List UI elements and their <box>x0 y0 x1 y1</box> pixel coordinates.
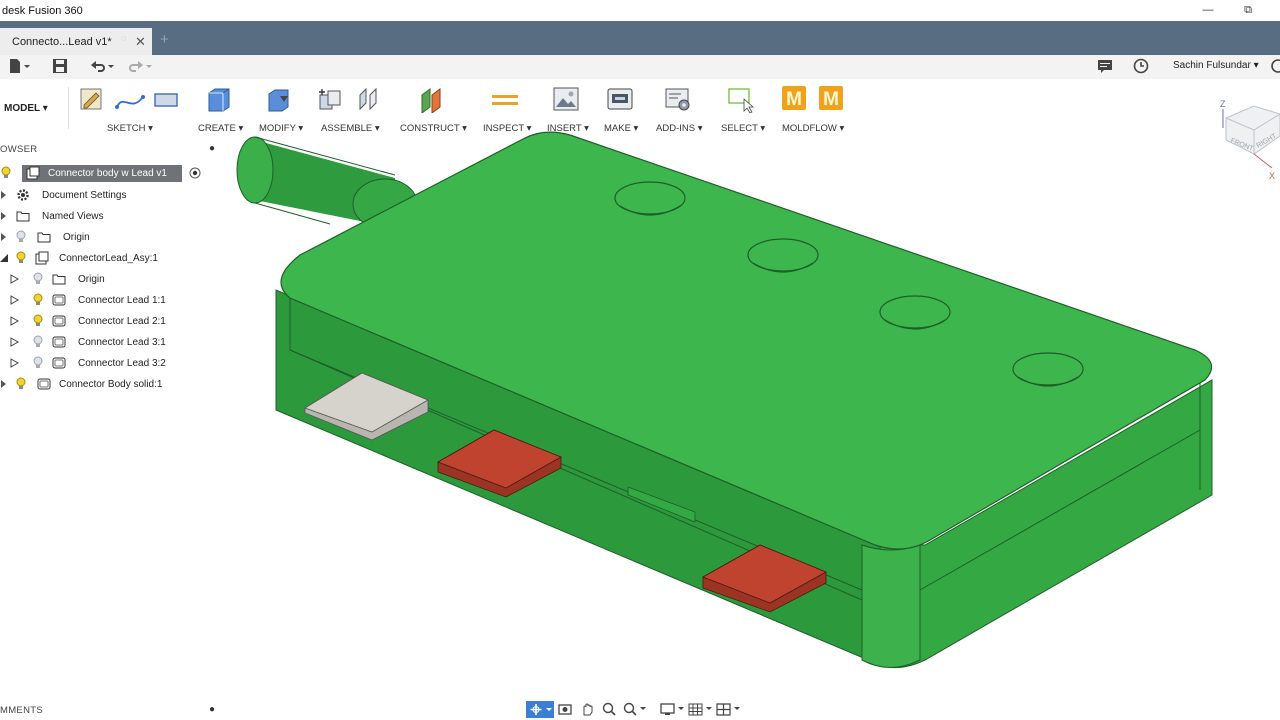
body-icon <box>52 336 66 348</box>
grid-settings-icon[interactable] <box>688 701 714 718</box>
browser-node-label: Connector Lead 3:1 <box>78 336 166 348</box>
browser-node-label: Connector Lead 2:1 <box>78 315 166 327</box>
expand-arrow-icon[interactable] <box>0 189 10 201</box>
expand-arrow-icon[interactable] <box>10 357 20 369</box>
body-icon <box>52 294 66 306</box>
lightbulb-icon[interactable] <box>32 293 44 307</box>
gear-icon <box>17 189 29 201</box>
expand-arrow-icon[interactable] <box>10 315 20 327</box>
hole <box>614 181 686 216</box>
viewports-icon[interactable] <box>716 701 742 718</box>
browser-node-named-views[interactable]: Named Views <box>0 206 104 226</box>
browser-title: OWSER <box>0 144 38 155</box>
expand-arrow-icon[interactable] <box>0 210 10 222</box>
comments-add-icon[interactable]: ● <box>209 704 215 715</box>
expand-arrow-icon[interactable] <box>10 336 20 348</box>
browser-node-origin[interactable]: Origin <box>0 227 90 247</box>
orbit-icon[interactable] <box>526 701 554 718</box>
activate-radio-icon[interactable] <box>189 167 201 182</box>
comments-title: MMENTS <box>0 705 43 716</box>
axis-x-label: X <box>1269 171 1275 180</box>
expand-arrow-icon[interactable] <box>10 294 20 306</box>
view-cube[interactable]: Z FRONT RIGHT X <box>1214 96 1280 181</box>
fusion-window: desk Fusion 360 — ⧉ Connecto...Lead v1* … <box>0 0 1280 720</box>
browser-node-lead-2-1[interactable]: Connector Lead 2:1 <box>10 311 166 331</box>
expand-arrow-icon[interactable] <box>10 273 20 285</box>
lightbulb-off-icon[interactable] <box>32 272 44 286</box>
expand-arrow-icon[interactable] <box>0 378 10 390</box>
viewport-canvas[interactable] <box>0 0 1280 720</box>
browser-root-node[interactable]: Connector body w Lead v1 <box>22 165 182 182</box>
browser-node-document-settings[interactable]: Document Settings <box>0 185 127 205</box>
component-icon <box>35 251 49 265</box>
browser-node-label: Origin <box>63 231 90 243</box>
browser-node-label: Connector Body solid:1 <box>59 378 163 390</box>
expand-arrow-icon[interactable] <box>0 231 10 243</box>
browser-node-label: Named Views <box>42 210 104 222</box>
browser-node-label: Origin <box>78 273 105 285</box>
body-icon <box>52 357 66 369</box>
component-icon <box>26 166 40 183</box>
axis-z-label: Z <box>1220 99 1226 109</box>
collapse-arrow-icon[interactable] <box>0 252 10 264</box>
browser-node-lead-3-1[interactable]: Connector Lead 3:1 <box>10 332 166 352</box>
lightbulb-icon[interactable] <box>15 377 27 391</box>
folder-icon <box>52 274 66 285</box>
browser-node-sub-origin[interactable]: Origin <box>10 269 105 289</box>
body-icon <box>52 315 66 327</box>
browser-node-connectorlead-asy[interactable]: ConnectorLead_Asy:1 <box>0 248 158 268</box>
browser-pin-icon[interactable]: ● <box>209 143 215 154</box>
pan-icon[interactable] <box>578 701 596 718</box>
lightbulb-off-icon[interactable] <box>32 356 44 370</box>
zoom-window-icon[interactable] <box>622 701 648 718</box>
hole <box>747 238 819 273</box>
lightbulb-off-icon[interactable] <box>32 335 44 349</box>
display-settings-icon[interactable] <box>660 701 686 718</box>
hole <box>879 295 951 330</box>
browser-root-label: Connector body w Lead v1 <box>48 168 167 179</box>
browser-node-label: Connector Lead 1:1 <box>78 294 166 306</box>
lightbulb-icon[interactable] <box>15 251 27 265</box>
lightbulb-off-icon[interactable] <box>15 230 27 244</box>
browser-node-lead-3-2[interactable]: Connector Lead 3:2 <box>10 353 166 373</box>
browser-node-label: Connector Lead 3:2 <box>78 357 166 369</box>
browser-node-lead-1-1[interactable]: Connector Lead 1:1 <box>10 290 166 310</box>
hole <box>1012 352 1084 387</box>
navigation-bar <box>524 699 744 720</box>
browser-node-label: Document Settings <box>42 189 127 201</box>
folder-icon <box>16 211 30 222</box>
folder-icon <box>37 232 51 243</box>
browser-panel-header[interactable]: OWSER ● <box>0 140 228 158</box>
browser-node-body-solid[interactable]: Connector Body solid:1 <box>0 374 162 394</box>
look-at-icon[interactable] <box>556 701 574 718</box>
browser-node-label: ConnectorLead_Asy:1 <box>59 252 158 264</box>
zoom-icon[interactable] <box>600 701 618 718</box>
comments-panel-header[interactable]: MMENTS ● <box>0 702 228 720</box>
root-lightbulb-icon[interactable] <box>0 166 12 183</box>
body-icon <box>37 378 51 390</box>
lightbulb-icon[interactable] <box>32 314 44 328</box>
